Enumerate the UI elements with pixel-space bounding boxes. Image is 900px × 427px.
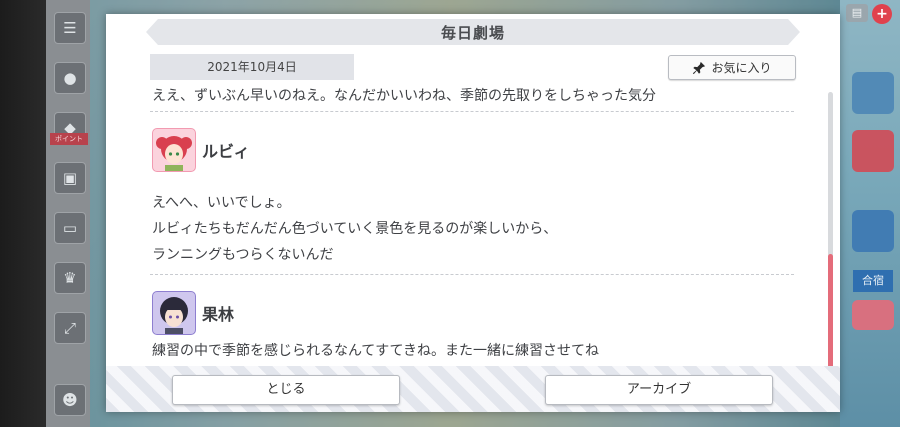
mini-icon-a[interactable]: ▤ (846, 4, 868, 22)
archive-button[interactable]: アーカイブ (545, 375, 773, 405)
dialog-title: 毎日劇場 (440, 23, 505, 42)
entry-divider (150, 111, 794, 112)
log-line: えへへ、いいでしょ。 (152, 195, 291, 211)
right-tile-3[interactable] (852, 210, 894, 252)
gift-icon[interactable]: ▣ (54, 162, 86, 194)
favorite-button[interactable]: お気に入り (668, 55, 796, 80)
log-line: ルビィたちもだんだん色づいていく景色を見るのが楽しいから、 (152, 221, 558, 237)
dialogue-log[interactable]: ええ、ずいぶん早いのねえ。なんだかいいわね、季節の先取りをしちゃった気分 ルビィ… (150, 84, 794, 356)
menu-icon[interactable]: ☰ (54, 12, 86, 44)
ruby-avatar (152, 128, 196, 172)
speaker-row-karin: 果林 (152, 291, 234, 335)
right-tile-2[interactable] (852, 130, 894, 172)
plus-badge-icon[interactable]: + (872, 4, 892, 24)
right-tile-4[interactable] (852, 300, 894, 330)
entry-divider (150, 274, 794, 275)
expand-icon[interactable]: ⤢ (54, 312, 86, 344)
karin-avatar (152, 291, 196, 335)
right-tag: 合宿 (853, 270, 893, 292)
date-label: 2021年10月4日 (150, 54, 354, 80)
trophy-icon[interactable]: ♛ (54, 262, 86, 294)
entry-lines-karin: 練習の中で季節を感じられるなんてすてきね。また一緒に練習させてね (152, 338, 599, 356)
speaker-name: 果林 (202, 305, 235, 324)
log-line-partial: ええ、ずいぶん早いのねえ。なんだかいいわね、季節の先取りをしちゃった気分 (152, 88, 656, 104)
daily-theater-dialog: 毎日劇場 2021年10月4日 お気に入り ええ、ずいぶん早いのねえ。なんだかい… (106, 14, 840, 412)
log-scroll-thumb[interactable] (828, 254, 833, 368)
right-tile-1[interactable] (852, 72, 894, 114)
log-line: ランニングもつらくないんだ (152, 247, 334, 263)
speaker-name: ルビィ (202, 142, 250, 161)
profile-icon[interactable]: ☻ (54, 384, 86, 416)
dialog-title-bar: 毎日劇場 (146, 19, 800, 45)
screen-icon[interactable]: ▭ (54, 212, 86, 244)
log-line: 練習の中で季節を感じられるなんてすてきね。また一緒に練習させてね (152, 343, 600, 356)
favorite-label: お気に入り (711, 61, 772, 75)
pin-icon (693, 61, 706, 74)
side-ribbon: ポイント (50, 133, 88, 145)
chat-icon[interactable]: ● (54, 62, 86, 94)
entry-lines-ruby: えへへ、いいでしょ。 ルビィたちもだんだん色づいていく景色を見るのが楽しいから、… (152, 190, 557, 268)
speaker-row-ruby: ルビィ (152, 128, 250, 172)
close-button[interactable]: とじる (172, 375, 400, 405)
